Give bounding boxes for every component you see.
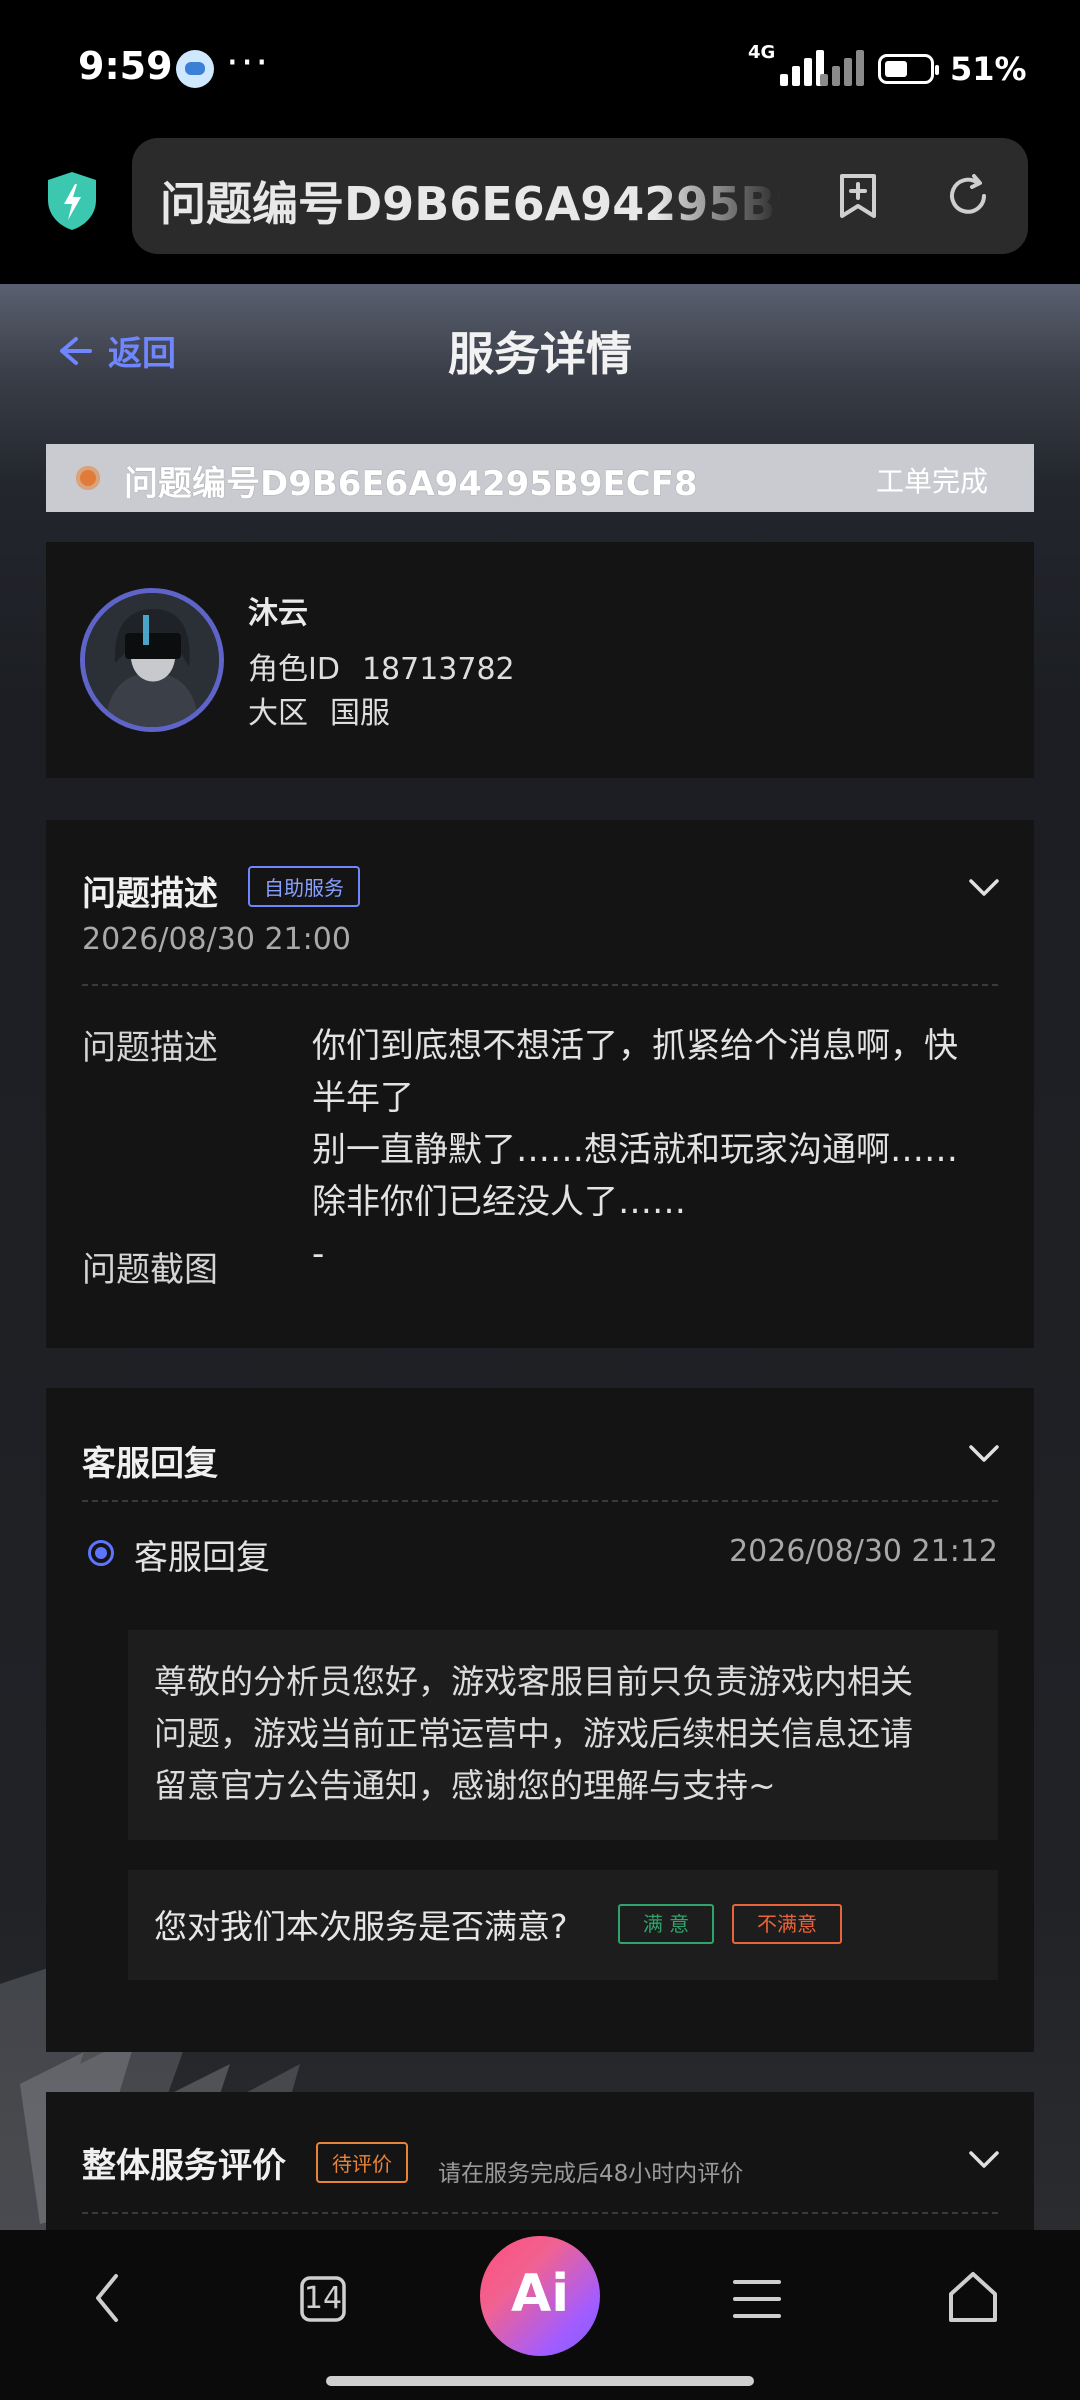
home-indicator[interactable]	[326, 2376, 754, 2386]
reply-line: 尊敬的分析员您好，游戏客服目前只负责游戏内相关	[154, 1662, 913, 1701]
battery-percent: 51%	[950, 50, 1027, 88]
region-label: 大区	[248, 696, 308, 731]
screenshot-value: -	[312, 1234, 325, 1274]
rating-section-title: 整体服务评价	[82, 2146, 286, 2186]
avatar	[80, 588, 224, 732]
divider	[82, 984, 998, 986]
ticket-status: 工单完成	[875, 465, 988, 498]
role-id-row: 角色ID 18713782	[248, 644, 515, 688]
reply-section: 客服回复 客服回复 2026/08/30 21:12 尊敬的分析员您好，游戏客服…	[46, 1388, 1034, 2052]
desc-line: 半年了	[312, 1078, 414, 1118]
desc-line: 除非你们已经没人了……	[312, 1182, 686, 1222]
pending-rating-tag: 待评价	[316, 2142, 408, 2183]
browser-toolbar: 问题编号D9B6E6A94295B9ECF8	[0, 130, 1080, 284]
screenshot-label: 问题截图	[82, 1250, 218, 1290]
url-text[interactable]: 问题编号D9B6E6A94295B9ECF8	[160, 168, 780, 228]
ai-label: Ai	[510, 2264, 570, 2324]
battery-icon	[878, 54, 939, 84]
page-title: 服务详情	[448, 327, 632, 381]
region-value: 国服	[330, 696, 390, 731]
desc-label: 问题描述	[82, 1028, 218, 1068]
reply-time: 2026/08/30 21:12	[729, 1534, 998, 1569]
rating-hint: 请在服务完成后48小时内评价	[438, 2161, 744, 2187]
address-bar[interactable]: 问题编号D9B6E6A94295B9ECF8	[132, 138, 1028, 254]
reply-timeline-dot-icon	[88, 1540, 114, 1566]
divider	[82, 1500, 998, 1502]
service-detail-page: 返回 服务详情 问题编号D9B6E6A94295B9ECF8 工单完成 沐云 角…	[0, 284, 1080, 2230]
collapse-chevron-icon[interactable]	[968, 878, 1000, 898]
desc-value: 你们到底想不想活了，抓紧给个消息啊，快 半年了 别一直静默了……想活就和玩家沟通…	[312, 1020, 992, 1228]
satisfied-button[interactable]: 满 意	[618, 1904, 714, 1944]
role-id-value: 18713782	[361, 652, 515, 687]
character-portrait-icon	[85, 593, 219, 727]
reply-section-title: 客服回复	[82, 1444, 218, 1484]
status-bar: 9:59 ··· 4G 51%	[0, 0, 1080, 130]
ticket-header: 问题编号D9B6E6A94295B9ECF8 工单完成	[46, 444, 1034, 512]
survey-question: 您对我们本次服务是否满意?	[154, 1907, 568, 1946]
rating-section: 整体服务评价 待评价 请在服务完成后48小时内评价	[46, 2092, 1034, 2230]
ticket-status-dot-icon	[76, 466, 100, 490]
collapse-chevron-icon[interactable]	[968, 2150, 1000, 2170]
problem-date: 2026/08/30 21:00	[82, 922, 351, 957]
satisfaction-survey: 您对我们本次服务是否满意? 满 意 不满意	[128, 1870, 998, 1980]
profile-card: 沐云 角色ID 18713782 大区 国服	[46, 542, 1034, 778]
home-icon[interactable]	[946, 2270, 1000, 2326]
ticket-id: 问题编号D9B6E6A94295B9ECF8	[124, 464, 698, 504]
ai-assistant-button[interactable]: Ai	[480, 2236, 600, 2356]
role-id-label: 角色ID	[248, 652, 340, 687]
reply-line: 问题，游戏当前正常运营中，游戏后续相关信息还请	[154, 1714, 913, 1753]
more-notifications-icon: ···	[226, 40, 271, 86]
collapse-chevron-icon[interactable]	[968, 1444, 1000, 1464]
tabs-button[interactable]: 14	[300, 2276, 346, 2322]
security-shield-icon[interactable]	[44, 170, 100, 232]
problem-section: 问题描述 自助服务 2026/08/30 21:00 问题描述 你们到底想不想活…	[46, 820, 1034, 1348]
desc-line: 你们到底想不想活了，抓紧给个消息啊，快	[312, 1026, 958, 1066]
character-name: 沐云	[248, 596, 308, 631]
reload-icon[interactable]	[944, 172, 992, 220]
status-time: 9:59	[78, 44, 173, 88]
reply-message: 尊敬的分析员您好，游戏客服目前只负责游戏内相关 问题，游戏当前正常运营中，游戏后…	[154, 1656, 974, 1812]
self-service-tag: 自助服务	[248, 866, 360, 907]
tab-count: 14	[303, 2281, 343, 2316]
region-row: 大区 国服	[248, 688, 390, 732]
reply-message-box: 尊敬的分析员您好，游戏客服目前只负责游戏内相关 问题，游戏当前正常运营中，游戏后…	[128, 1630, 998, 1840]
add-bookmark-icon[interactable]	[836, 172, 880, 220]
problem-section-title: 问题描述	[82, 874, 218, 914]
reply-line: 留意官方公告通知，感谢您的理解与支持~	[154, 1766, 776, 1805]
desc-line: 别一直静默了……想活就和玩家沟通啊……	[312, 1130, 958, 1170]
reply-item-label: 客服回复	[134, 1538, 270, 1578]
unsatisfied-button[interactable]: 不满意	[732, 1904, 842, 1944]
menu-icon[interactable]	[732, 2276, 782, 2322]
network-type: 4G	[748, 42, 776, 63]
browser-bottom-nav: 14 Ai	[0, 2230, 1080, 2400]
signal-strength-sim2-icon	[820, 46, 876, 86]
divider	[82, 2212, 998, 2214]
back-nav-icon[interactable]	[88, 2270, 128, 2326]
assistant-notification-icon	[176, 50, 214, 88]
